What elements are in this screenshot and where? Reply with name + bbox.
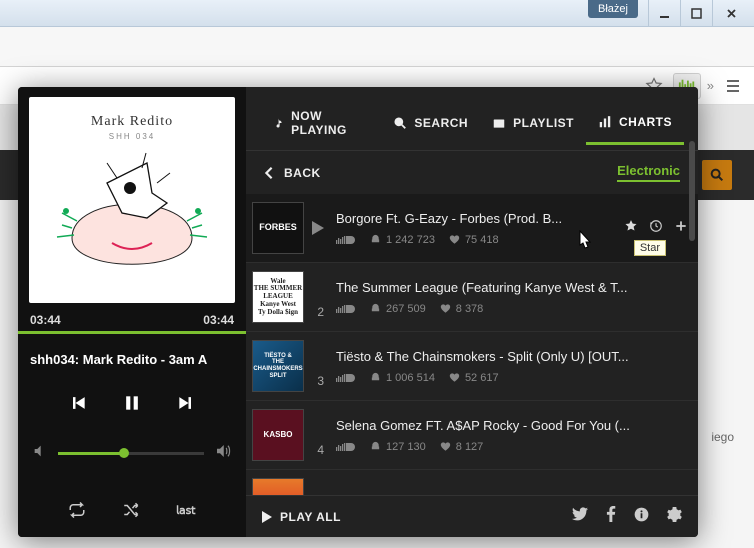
track-row[interactable]: FORBES Borgore Ft. G-Eazy - Forbes (Prod…: [246, 194, 698, 263]
back-label: BACK: [284, 166, 321, 180]
star-tooltip: Star: [634, 240, 666, 256]
tab-label: SEARCH: [414, 116, 468, 130]
window-titlebar: Błażej: [0, 0, 754, 27]
artwork-subtitle: SHH 034: [52, 132, 212, 141]
track-title: The Summer League (Featuring Kanye West …: [336, 280, 688, 295]
genre-dropdown[interactable]: Electronic: [617, 163, 680, 182]
player-footer: 𝗅𝖺𝗌𝗍: [18, 492, 246, 537]
tab-label: CHARTS: [619, 115, 672, 129]
track-meta: Borgore Ft. G-Eazy - Forbes (Prod. B... …: [332, 211, 614, 246]
track-title: Borgore Ft. G-Eazy - Forbes (Prod. B...: [336, 211, 614, 226]
volume-slider[interactable]: [58, 452, 204, 455]
play-count: 127 130: [370, 441, 426, 453]
soundcloud-icon: [336, 442, 356, 452]
track-title: Tiësto & The Chainsmokers - Split (Only …: [336, 349, 688, 364]
track-row[interactable]: SAN HOLO 5 San Holo x Father Dude - IMIS…: [246, 470, 698, 495]
prev-button[interactable]: [68, 393, 88, 418]
like-count: 75 418: [449, 234, 499, 246]
track-actions: [624, 219, 688, 238]
overflow-chevron-icon[interactable]: »: [707, 78, 714, 93]
shuffle-button[interactable]: [122, 502, 140, 523]
time-elapsed: 03:44: [30, 313, 61, 327]
facebook-icon[interactable]: [606, 506, 616, 527]
tab-label: PLAYLIST: [513, 116, 574, 130]
content-panel: NOW PLAYING SEARCH PLAYLIST CHARTS BACK …: [246, 87, 698, 537]
play-count: 1 006 514: [370, 372, 435, 384]
play-indicator-icon[interactable]: [308, 221, 328, 235]
track-rank: 2: [308, 305, 328, 323]
now-playing-title: shh034: Mark Redito - 3am A: [18, 344, 246, 375]
track-rank: 3: [308, 374, 328, 392]
tab-playlist[interactable]: PLAYLIST: [480, 108, 586, 143]
tab-search[interactable]: SEARCH: [381, 108, 480, 143]
play-count: 267 509: [370, 303, 426, 315]
tab-now-playing[interactable]: NOW PLAYING: [260, 101, 381, 150]
track-row[interactable]: KASBO 4 Selena Gomez FT. A$AP Rocky - Go…: [246, 401, 698, 470]
soundcloud-icon: [336, 235, 356, 245]
twitter-icon[interactable]: [572, 507, 588, 526]
tab-label: NOW PLAYING: [291, 109, 369, 137]
content-footer: PLAY ALL: [246, 495, 698, 537]
tab-charts[interactable]: CHARTS: [586, 107, 684, 145]
track-thumbnail: TIËSTO & THE CHAINSMOKERS SPLIT: [252, 340, 304, 392]
add-button[interactable]: [674, 219, 688, 238]
volume-high-icon[interactable]: [214, 442, 232, 465]
user-tab[interactable]: Błażej: [588, 0, 638, 18]
hamburger-menu-icon[interactable]: [720, 73, 746, 99]
track-title: Selena Gomez FT. A$AP Rocky - Good For Y…: [336, 418, 688, 433]
album-artwork[interactable]: Mark Redito SHH 034: [29, 97, 235, 303]
soundcloud-icon: [336, 373, 356, 383]
artwork-artist: Mark Redito: [52, 114, 212, 130]
volume-row: [18, 436, 246, 477]
info-icon[interactable]: [634, 507, 649, 527]
scrollbar-thumb[interactable]: [689, 141, 695, 241]
volume-low-icon[interactable]: [32, 443, 48, 464]
like-count: 8 127: [440, 441, 484, 453]
like-count: 8 378: [440, 303, 484, 315]
page-bg-text: iego: [711, 430, 734, 444]
minimize-button[interactable]: [648, 0, 680, 26]
track-thumbnail: KASBO: [252, 409, 304, 461]
lastfm-button[interactable]: 𝗅𝖺𝗌𝗍: [176, 502, 196, 523]
tabs: NOW PLAYING SEARCH PLAYLIST CHARTS: [246, 87, 698, 151]
maximize-button[interactable]: [680, 0, 712, 26]
repeat-button[interactable]: [68, 502, 86, 523]
close-button[interactable]: [712, 0, 750, 26]
track-stats: 1 242 723 75 418: [336, 234, 614, 246]
track-thumbnail: Wale THE SUMMER LEAGUE Kanye West Ty Dol…: [252, 271, 304, 323]
subbar: BACK Electronic: [246, 151, 698, 194]
footer-icons: [572, 506, 682, 527]
browser-tabstrip: [0, 27, 754, 67]
track-title: San Holo x Father Dude - IMISSU (Radio E…: [336, 493, 688, 496]
time-duration: 03:44: [203, 313, 234, 327]
scrollbar[interactable]: [689, 141, 695, 495]
star-button[interactable]: [624, 219, 638, 238]
play-count: 1 242 723: [370, 234, 435, 246]
play-all-label: PLAY ALL: [280, 510, 341, 524]
settings-gear-icon[interactable]: [667, 507, 682, 527]
play-all-button[interactable]: PLAY ALL: [262, 510, 341, 524]
track-row[interactable]: Wale THE SUMMER LEAGUE Kanye West Ty Dol…: [246, 263, 698, 332]
music-extension-popup: Mark Redito SHH 034 03:44 03:44 shh034: …: [18, 87, 698, 537]
history-button[interactable]: [649, 219, 663, 238]
player-panel: Mark Redito SHH 034 03:44 03:44 shh034: …: [18, 87, 246, 537]
track-list: FORBES Borgore Ft. G-Eazy - Forbes (Prod…: [246, 194, 698, 495]
time-row: 03:44 03:44: [18, 309, 246, 331]
track-thumbnail: SAN HOLO: [252, 478, 304, 495]
pause-button[interactable]: [122, 393, 142, 418]
soundcloud-icon: [336, 304, 356, 314]
track-row[interactable]: TIËSTO & THE CHAINSMOKERS SPLIT 3 Tiësto…: [246, 332, 698, 401]
track-thumbnail: FORBES: [252, 202, 304, 254]
like-count: 52 617: [449, 372, 499, 384]
track-meta: The Summer League (Featuring Kanye West …: [332, 280, 688, 315]
track-rank: 4: [308, 443, 328, 461]
back-button[interactable]: BACK: [264, 166, 321, 180]
svg-text:𝗅𝖺𝗌𝗍: 𝗅𝖺𝗌𝗍: [176, 504, 196, 517]
page-search-icon[interactable]: [702, 160, 732, 190]
next-button[interactable]: [176, 393, 196, 418]
progress-bar[interactable]: [18, 331, 246, 334]
playback-controls: [18, 375, 246, 436]
